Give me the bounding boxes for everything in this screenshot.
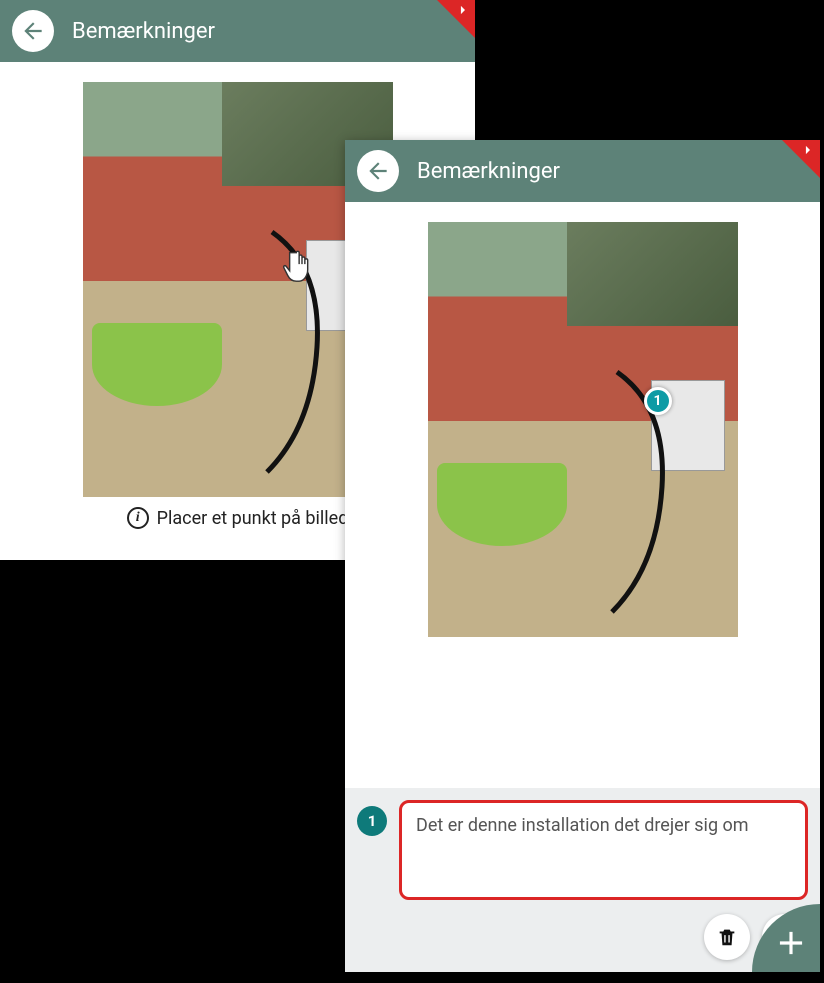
annotation-panel-step2: Bemærkninger 1 1 bbox=[345, 140, 820, 972]
panel-content: 1 bbox=[345, 202, 820, 788]
info-icon: i bbox=[127, 507, 149, 529]
back-button[interactable] bbox=[357, 150, 399, 192]
note-row: 1 bbox=[357, 800, 808, 900]
corner-flag-icon bbox=[458, 3, 472, 21]
panel-header: Bemærkninger bbox=[0, 0, 475, 62]
trash-icon bbox=[716, 926, 738, 948]
info-hint-text: Placer et punkt på billed bbox=[157, 508, 349, 529]
info-hint-row: i Placer et punkt på billed bbox=[127, 507, 349, 529]
annotation-marker[interactable]: 1 bbox=[644, 387, 672, 415]
panel-header: Bemærkninger bbox=[345, 140, 820, 202]
panel-title: Bemærkninger bbox=[72, 19, 215, 44]
note-number-badge: 1 bbox=[357, 806, 387, 836]
hand-cursor-icon bbox=[283, 247, 321, 289]
note-actions bbox=[357, 914, 808, 960]
corner-flag-icon bbox=[803, 143, 817, 161]
annotation-image[interactable]: 1 bbox=[428, 222, 738, 637]
plus-icon bbox=[772, 924, 810, 962]
delete-button[interactable] bbox=[704, 914, 750, 960]
back-button[interactable] bbox=[12, 10, 54, 52]
arrow-left-icon bbox=[365, 158, 391, 184]
panel-title: Bemærkninger bbox=[417, 159, 560, 184]
note-textarea[interactable] bbox=[399, 800, 808, 900]
arrow-left-icon bbox=[20, 18, 46, 44]
note-editor-area: 1 bbox=[345, 788, 820, 972]
